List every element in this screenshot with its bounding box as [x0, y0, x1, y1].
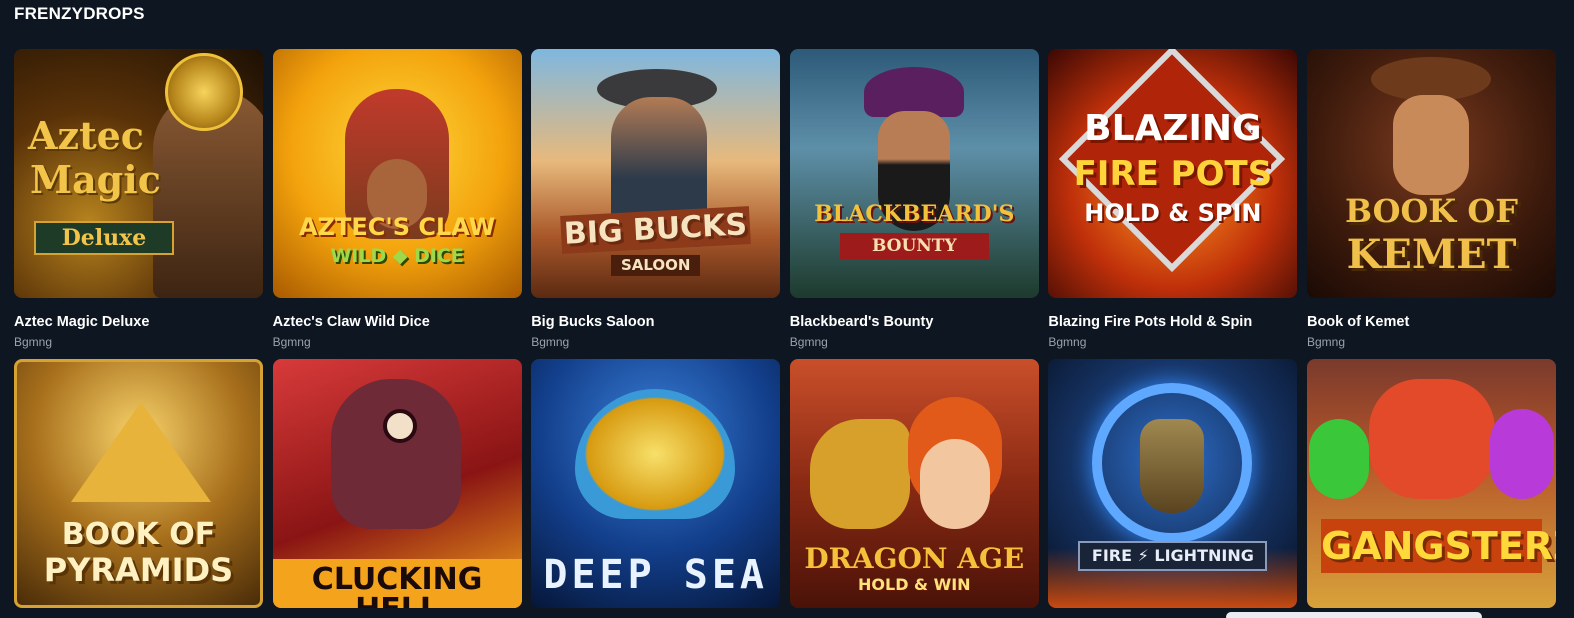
game-provider: Bgmng — [1306, 335, 1345, 349]
purple-monster — [1489, 409, 1554, 499]
game-logo-line1: BOOK OF — [61, 517, 216, 552]
game-thumbnail[interactable]: AZTEC'S CLAW WILD ◆ DICE — [272, 49, 522, 298]
explorer-face — [1392, 95, 1469, 195]
pirate-icon — [863, 67, 964, 117]
game-thumbnail[interactable]: FIRE ⚡ LIGHTNING — [1048, 359, 1298, 608]
game-logo-line2: SALOON — [611, 255, 701, 276]
game-card[interactable]: BLAZING FIRE POTS HOLD & SPIN Blazing Fi… — [1048, 49, 1298, 349]
devil-chicken-icon — [330, 379, 461, 529]
game-logo-line2: WILD ◆ DICE — [330, 245, 464, 267]
game-logo-line1: BIG BUCKS — [560, 206, 752, 254]
game-card[interactable]: BIG BUCKS SALOON Big Bucks Saloon Bgmng — [531, 49, 781, 349]
game-card[interactable]: BLACKBEARD'S BOUNTY Blackbeard's Bounty … — [789, 49, 1039, 349]
game-thumbnail[interactable]: DRAGON AGE HOLD & WIN — [789, 359, 1039, 608]
game-title[interactable]: Big Bucks Saloon — [531, 314, 780, 330]
game-thumbnail[interactable]: BIG BUCKS SALOON — [531, 49, 781, 298]
game-logo-line1: FIRE ⚡ LIGHTNING — [1078, 541, 1268, 571]
game-logo-line1: BOOK OF — [1345, 192, 1518, 230]
game-card[interactable]: Aztec Magic Deluxe Aztec Magic Deluxe Bg… — [14, 49, 263, 349]
game-logo-line2: Magic — [30, 157, 161, 202]
game-title[interactable]: Aztec's Claw Wild Dice — [273, 314, 522, 330]
game-thumbnail[interactable]: BLACKBEARD'S BOUNTY — [789, 49, 1039, 298]
game-provider: Bgmng — [14, 335, 53, 349]
game-logo-line2: KEMET — [1346, 231, 1517, 278]
game-thumbnail[interactable]: GANGSTERZ — [1306, 359, 1556, 608]
game-logo-line1: DRAGON AGE — [804, 542, 1025, 575]
game-provider: Bgmng — [1048, 335, 1087, 349]
game-card[interactable]: DRAGON AGE HOLD & WIN — [789, 359, 1039, 608]
game-logo-line1: DEEP SEA — [543, 552, 769, 598]
game-logo-line3: Deluxe — [34, 221, 174, 255]
games-section: FRENZYDROPS Aztec Magic Deluxe Aztec Mag… — [0, 0, 1574, 618]
game-provider: Bgmng — [272, 335, 311, 349]
jellyfish-icon — [575, 389, 736, 519]
game-card[interactable]: FIRE ⚡ LIGHTNING — [1048, 359, 1298, 608]
game-card[interactable]: GANGSTERZ — [1306, 359, 1556, 608]
chicken-eye — [382, 409, 417, 443]
game-card[interactable]: CLUCKING HELL — [272, 359, 522, 608]
pyramid-icon — [71, 402, 211, 502]
game-provider: Bgmng — [789, 335, 828, 349]
thor-mask-icon — [1140, 419, 1205, 513]
green-monster — [1308, 419, 1369, 499]
game-logo-line2: HOLD & WIN — [858, 575, 971, 594]
dragon-icon — [809, 419, 910, 529]
game-card[interactable]: BOOK OF KEMET Book of Kemet Bgmng — [1306, 49, 1556, 349]
game-card[interactable]: BOOK OF PYRAMIDS — [14, 359, 263, 608]
game-thumbnail[interactable]: BLAZING FIRE POTS HOLD & SPIN — [1048, 49, 1298, 298]
game-title[interactable]: Aztec Magic Deluxe — [14, 314, 263, 330]
game-logo-line1: BLAZING — [1084, 108, 1262, 149]
section-title: FRENZYDROPS — [14, 4, 145, 23]
game-thumbnail[interactable]: DEEP SEA — [531, 359, 781, 608]
game-logo-line1: CLUCKING HELL — [272, 559, 522, 608]
game-logo-line3: HOLD & SPIN — [1084, 199, 1262, 227]
game-logo-line2: BOUNTY — [839, 233, 989, 260]
monster-icon — [1368, 379, 1495, 499]
game-card[interactable]: DEEP SEA — [531, 359, 781, 608]
game-thumbnail[interactable]: BOOK OF KEMET — [1306, 49, 1556, 298]
games-grid: Aztec Magic Deluxe Aztec Magic Deluxe Bg… — [14, 49, 1556, 608]
game-thumbnail[interactable]: BOOK OF PYRAMIDS — [14, 359, 263, 608]
game-logo-line2: PYRAMIDS — [43, 551, 234, 589]
woman-face — [919, 439, 990, 529]
game-logo-line2: FIRE POTS — [1073, 154, 1273, 194]
game-title[interactable]: Blackbeard's Bounty — [790, 314, 1039, 330]
game-provider: Bgmng — [531, 335, 570, 349]
sun-disc-icon — [165, 53, 243, 131]
game-card[interactable]: AZTEC'S CLAW WILD ◆ DICE Aztec's Claw Wi… — [272, 49, 522, 349]
game-thumbnail[interactable]: CLUCKING HELL — [272, 359, 522, 608]
scroll-indicator[interactable] — [1226, 612, 1482, 618]
game-logo-line1: BLACKBEARD'S — [814, 201, 1015, 227]
game-title[interactable]: Blazing Fire Pots Hold & Spin — [1048, 314, 1297, 330]
game-logo-line1: Aztec — [28, 113, 144, 158]
game-logo-line1: GANGSTERZ — [1320, 519, 1556, 573]
game-title[interactable]: Book of Kemet — [1307, 314, 1556, 330]
game-logo-line1: AZTEC'S CLAW — [298, 213, 496, 241]
game-thumbnail[interactable]: Aztec Magic Deluxe — [14, 49, 263, 298]
